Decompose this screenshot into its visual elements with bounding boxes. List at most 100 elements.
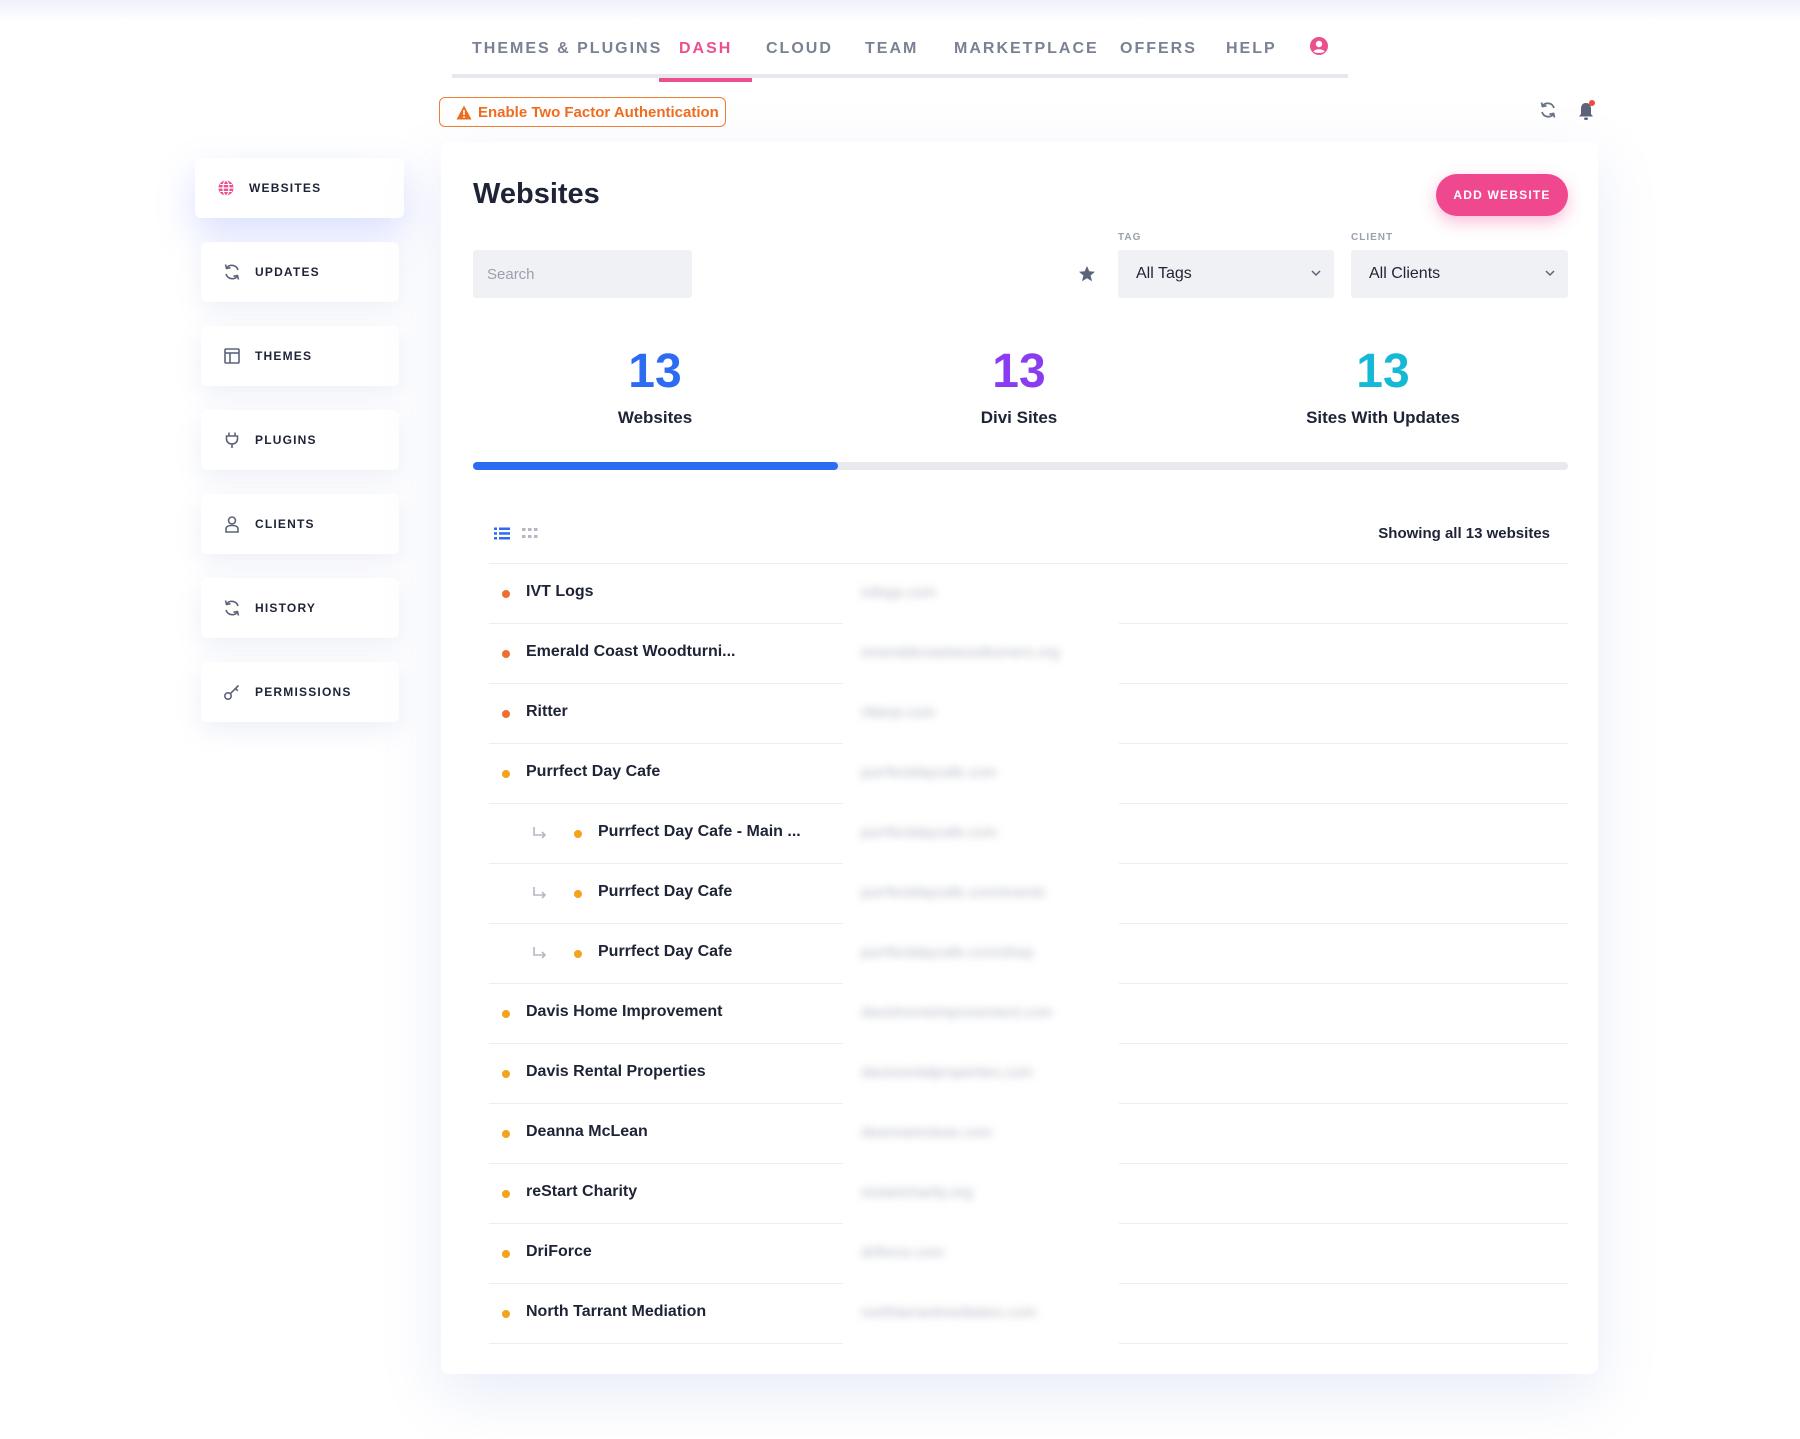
top-nav: THEMES & PLUGINS DASH CLOUD TEAM MARKETP… <box>452 28 1348 78</box>
nav-themes-plugins[interactable]: THEMES & PLUGINS <box>472 28 662 78</box>
tag-select[interactable]: All Tags <box>1118 250 1334 298</box>
site-url[interactable]: davishomeimprovement.com <box>861 1004 1053 1021</box>
client-label: CLIENT <box>1351 232 1393 243</box>
nav-team[interactable]: TEAM <box>865 28 918 78</box>
stat-value: 13 <box>1201 346 1565 398</box>
sidebar-item-permissions[interactable]: PERMISSIONS <box>201 662 399 722</box>
client-select[interactable]: All Clients <box>1351 250 1568 298</box>
sidebar-item-updates[interactable]: UPDATES <box>201 242 399 302</box>
stat-divi-sites[interactable]: 13 Divi Sites <box>837 346 1201 428</box>
site-name[interactable]: Deanna McLean <box>526 1123 648 1141</box>
stat-websites[interactable]: 13 Websites <box>473 346 837 428</box>
divider <box>1119 1343 1568 1344</box>
stat-tab-indicator <box>473 462 838 470</box>
status-dot <box>502 1310 510 1318</box>
site-name[interactable]: reStart Charity <box>526 1183 637 1201</box>
status-dot <box>502 770 510 778</box>
site-url[interactable]: driforce.com <box>861 1244 944 1261</box>
site-row[interactable]: Purrfect Day Cafe purrfectdaycafe.com/sho… <box>489 924 1568 984</box>
user-icon <box>223 515 241 533</box>
showing-count: Showing all 13 websites <box>1378 525 1550 542</box>
site-name[interactable]: Purrfect Day Cafe - Main ... <box>598 823 801 841</box>
site-row[interactable]: Davis Rental Properties davisrentalproper… <box>489 1044 1568 1104</box>
key-icon <box>223 683 241 701</box>
status-dot <box>502 590 510 598</box>
warning-icon <box>456 105 472 120</box>
site-url[interactable]: purrfectdaycafe.com/shop <box>861 944 1034 961</box>
stat-sites-with-updates[interactable]: 13 Sites With Updates <box>1201 346 1565 428</box>
site-url[interactable]: purrfectdaycafe.com <box>861 764 997 781</box>
site-url[interactable]: restartcharity.org <box>861 1184 972 1201</box>
star-icon[interactable] <box>1078 265 1096 283</box>
client-select-value: All Clients <box>1369 265 1440 283</box>
status-dot <box>574 950 582 958</box>
grid-view-icon[interactable] <box>522 527 538 540</box>
site-row[interactable]: reStart Charity restartcharity.org <box>489 1164 1568 1224</box>
sidebar-item-label: HISTORY <box>255 601 316 615</box>
page-title: Websites <box>473 178 600 211</box>
alert-text: Enable Two Factor Authentication <box>478 104 719 121</box>
stat-tab-indicator-track <box>473 462 1568 470</box>
sidebar-item-history[interactable]: HISTORY <box>201 578 399 638</box>
nav-help[interactable]: HELP <box>1226 28 1277 78</box>
user-circle-icon[interactable] <box>1309 36 1329 56</box>
site-name[interactable]: Purrfect Day Cafe <box>526 763 660 781</box>
sidebar-item-plugins[interactable]: PLUGINS <box>201 410 399 470</box>
site-url[interactable]: ivtlogs.com <box>861 584 936 601</box>
refresh-icon[interactable] <box>1539 101 1557 119</box>
status-dot <box>502 1130 510 1138</box>
sidebar-item-clients[interactable]: CLIENTS <box>201 494 399 554</box>
plug-icon <box>223 431 241 449</box>
subdirectory-arrow-icon <box>532 946 548 960</box>
top-glow <box>0 0 1800 20</box>
site-name[interactable]: Purrfect Day Cafe <box>598 883 732 901</box>
site-row[interactable]: Purrfect Day Cafe - Main ... purrfectdayc… <box>489 804 1568 864</box>
nav-marketplace[interactable]: MARKETPLACE <box>954 28 1099 78</box>
site-row[interactable]: IVT Logs ivtlogs.com <box>489 564 1568 624</box>
site-name[interactable]: North Tarrant Mediation <box>526 1303 706 1321</box>
layout-icon <box>223 347 241 365</box>
site-name[interactable]: DriForce <box>526 1243 592 1261</box>
site-url[interactable]: davisrentalproperties.com <box>861 1064 1033 1081</box>
site-url[interactable]: purrfectdaycafe.com/events <box>861 884 1045 901</box>
subdirectory-arrow-icon <box>532 826 548 840</box>
site-name[interactable]: Davis Rental Properties <box>526 1063 706 1081</box>
sidebar-item-websites[interactable]: WEBSITES <box>195 158 404 218</box>
stat-label: Sites With Updates <box>1201 408 1565 428</box>
site-row[interactable]: Purrfect Day Cafe purrfectdaycafe.com/eve… <box>489 864 1568 924</box>
nav-dash[interactable]: DASH <box>679 28 732 78</box>
search-input[interactable] <box>473 250 692 298</box>
site-name[interactable]: Ritter <box>526 703 568 721</box>
site-name[interactable]: Emerald Coast Woodturni... <box>526 643 736 661</box>
site-url[interactable]: deannamclean.com <box>861 1124 992 1141</box>
site-row[interactable]: DriForce driforce.com <box>489 1224 1568 1284</box>
site-row[interactable]: Emerald Coast Woodturni... emeraldcoastwo… <box>489 624 1568 684</box>
sidebar-item-label: WEBSITES <box>249 181 321 195</box>
site-url[interactable]: ritterpi.com <box>861 704 935 721</box>
site-name[interactable]: IVT Logs <box>526 583 594 601</box>
site-url[interactable]: purrfectdaycafe.com <box>861 824 997 841</box>
stat-label: Divi Sites <box>837 408 1201 428</box>
chevron-down-icon <box>1544 268 1556 278</box>
site-url[interactable]: northtarrantmediation.com <box>861 1304 1036 1321</box>
nav-offers[interactable]: OFFERS <box>1120 28 1197 78</box>
site-row[interactable]: Davis Home Improvement davishomeimproveme… <box>489 984 1568 1044</box>
refresh-icon <box>223 263 241 281</box>
chevron-down-icon <box>1310 268 1322 278</box>
subdirectory-arrow-icon <box>532 886 548 900</box>
site-row[interactable]: Purrfect Day Cafe purrfectdaycafe.com <box>489 744 1568 804</box>
site-name[interactable]: Purrfect Day Cafe <box>598 943 732 961</box>
site-row[interactable]: North Tarrant Mediation northtarrantmedia… <box>489 1284 1568 1344</box>
sidebar-item-themes[interactable]: THEMES <box>201 326 399 386</box>
bell-icon[interactable] <box>1576 100 1596 122</box>
site-name[interactable]: Davis Home Improvement <box>526 1003 723 1021</box>
site-row[interactable]: Ritter ritterpi.com <box>489 684 1568 744</box>
site-url[interactable]: emeraldcoastwoodturners.org <box>861 644 1059 661</box>
list-view-icon[interactable] <box>494 527 510 540</box>
status-dot <box>502 1070 510 1078</box>
nav-cloud[interactable]: CLOUD <box>766 28 833 78</box>
two-factor-alert[interactable]: Enable Two Factor Authentication <box>439 97 726 127</box>
status-dot <box>502 1010 510 1018</box>
site-row[interactable]: Deanna McLean deannamclean.com <box>489 1104 1568 1164</box>
add-website-button[interactable]: ADD WEBSITE <box>1436 174 1568 216</box>
